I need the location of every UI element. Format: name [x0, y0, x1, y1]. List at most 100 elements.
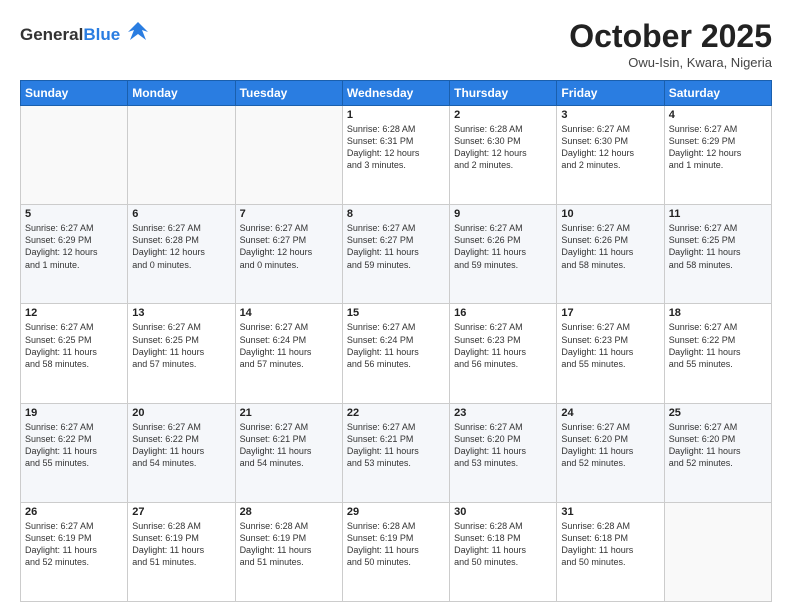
- calendar-week-4: 19 Sunrise: 6:27 AM Sunset: 6:22 PM Dayli…: [21, 403, 772, 502]
- day-number: 19: [25, 407, 123, 419]
- calendar-cell: 9 Sunrise: 6:27 AM Sunset: 6:26 PM Daylig…: [450, 205, 557, 304]
- day-info: Sunrise: 6:27 AM Sunset: 6:27 PM Dayligh…: [347, 222, 445, 271]
- day-number: 25: [669, 407, 767, 419]
- day-number: 22: [347, 407, 445, 419]
- logo-blue: Blue: [83, 25, 120, 44]
- calendar-cell: 16 Sunrise: 6:27 AM Sunset: 6:23 PM Dayli…: [450, 304, 557, 403]
- day-number: 3: [561, 109, 659, 121]
- day-number: 9: [454, 208, 552, 220]
- weekday-header-row: SundayMondayTuesdayWednesdayThursdayFrid…: [21, 81, 772, 106]
- day-info: Sunrise: 6:28 AM Sunset: 6:30 PM Dayligh…: [454, 123, 552, 172]
- logo-icon: [124, 18, 152, 50]
- calendar-cell: 14 Sunrise: 6:27 AM Sunset: 6:24 PM Dayli…: [235, 304, 342, 403]
- day-number: 26: [25, 506, 123, 518]
- day-number: 12: [25, 307, 123, 319]
- day-info: Sunrise: 6:27 AM Sunset: 6:20 PM Dayligh…: [454, 421, 552, 470]
- day-number: 18: [669, 307, 767, 319]
- day-number: 27: [132, 506, 230, 518]
- day-info: Sunrise: 6:27 AM Sunset: 6:21 PM Dayligh…: [240, 421, 338, 470]
- day-info: Sunrise: 6:28 AM Sunset: 6:18 PM Dayligh…: [454, 520, 552, 569]
- calendar-cell: 26 Sunrise: 6:27 AM Sunset: 6:19 PM Dayli…: [21, 502, 128, 601]
- calendar-cell: [235, 106, 342, 205]
- calendar-cell: 29 Sunrise: 6:28 AM Sunset: 6:19 PM Dayli…: [342, 502, 449, 601]
- day-number: 8: [347, 208, 445, 220]
- day-info: Sunrise: 6:27 AM Sunset: 6:25 PM Dayligh…: [132, 321, 230, 370]
- day-number: 30: [454, 506, 552, 518]
- title-block: October 2025 Owu-Isin, Kwara, Nigeria: [569, 18, 772, 70]
- day-info: Sunrise: 6:27 AM Sunset: 6:22 PM Dayligh…: [132, 421, 230, 470]
- day-info: Sunrise: 6:28 AM Sunset: 6:19 PM Dayligh…: [132, 520, 230, 569]
- day-info: Sunrise: 6:27 AM Sunset: 6:23 PM Dayligh…: [454, 321, 552, 370]
- day-info: Sunrise: 6:27 AM Sunset: 6:22 PM Dayligh…: [25, 421, 123, 470]
- calendar-week-3: 12 Sunrise: 6:27 AM Sunset: 6:25 PM Dayli…: [21, 304, 772, 403]
- page-header: GeneralBlue October 2025 Owu-Isin, Kwara…: [20, 18, 772, 70]
- calendar-cell: [128, 106, 235, 205]
- day-number: 21: [240, 407, 338, 419]
- location: Owu-Isin, Kwara, Nigeria: [569, 55, 772, 70]
- calendar-cell: 10Sunrise: 6:27 AM Sunset: 6:26 PM Dayli…: [557, 205, 664, 304]
- calendar-table: SundayMondayTuesdayWednesdayThursdayFrid…: [20, 80, 772, 602]
- day-number: 14: [240, 307, 338, 319]
- calendar-cell: 24Sunrise: 6:27 AM Sunset: 6:20 PM Dayli…: [557, 403, 664, 502]
- calendar-cell: [21, 106, 128, 205]
- logo: GeneralBlue: [20, 18, 152, 50]
- day-number: 13: [132, 307, 230, 319]
- day-info: Sunrise: 6:27 AM Sunset: 6:22 PM Dayligh…: [669, 321, 767, 370]
- calendar-cell: 12 Sunrise: 6:27 AM Sunset: 6:25 PM Dayli…: [21, 304, 128, 403]
- calendar-cell: 8 Sunrise: 6:27 AM Sunset: 6:27 PM Daylig…: [342, 205, 449, 304]
- day-info: Sunrise: 6:27 AM Sunset: 6:24 PM Dayligh…: [240, 321, 338, 370]
- day-info: Sunrise: 6:28 AM Sunset: 6:19 PM Dayligh…: [240, 520, 338, 569]
- calendar-cell: 31 Sunrise: 6:28 AM Sunset: 6:18 PM Dayli…: [557, 502, 664, 601]
- day-number: 11: [669, 208, 767, 220]
- day-number: 6: [132, 208, 230, 220]
- calendar-cell: 17 Sunrise: 6:27 AM Sunset: 6:23 PM Dayli…: [557, 304, 664, 403]
- calendar-week-1: 1Sunrise: 6:28 AM Sunset: 6:31 PM Daylig…: [21, 106, 772, 205]
- weekday-thursday: Thursday: [450, 81, 557, 106]
- calendar-cell: 6 Sunrise: 6:27 AM Sunset: 6:28 PM Daylig…: [128, 205, 235, 304]
- day-info: Sunrise: 6:27 AM Sunset: 6:29 PM Dayligh…: [25, 222, 123, 271]
- calendar-cell: 5 Sunrise: 6:27 AM Sunset: 6:29 PM Daylig…: [21, 205, 128, 304]
- calendar-week-2: 5 Sunrise: 6:27 AM Sunset: 6:29 PM Daylig…: [21, 205, 772, 304]
- calendar-cell: 13 Sunrise: 6:27 AM Sunset: 6:25 PM Dayli…: [128, 304, 235, 403]
- month-title: October 2025: [569, 18, 772, 55]
- day-info: Sunrise: 6:27 AM Sunset: 6:30 PM Dayligh…: [561, 123, 659, 172]
- calendar-cell: 23 Sunrise: 6:27 AM Sunset: 6:20 PM Dayli…: [450, 403, 557, 502]
- day-info: Sunrise: 6:28 AM Sunset: 6:19 PM Dayligh…: [347, 520, 445, 569]
- weekday-sunday: Sunday: [21, 81, 128, 106]
- day-info: Sunrise: 6:27 AM Sunset: 6:25 PM Dayligh…: [25, 321, 123, 370]
- day-info: Sunrise: 6:27 AM Sunset: 6:20 PM Dayligh…: [669, 421, 767, 470]
- day-number: 10: [561, 208, 659, 220]
- day-number: 29: [347, 506, 445, 518]
- day-info: Sunrise: 6:27 AM Sunset: 6:24 PM Dayligh…: [347, 321, 445, 370]
- day-info: Sunrise: 6:27 AM Sunset: 6:29 PM Dayligh…: [669, 123, 767, 172]
- calendar-cell: 20Sunrise: 6:27 AM Sunset: 6:22 PM Dayli…: [128, 403, 235, 502]
- day-info: Sunrise: 6:27 AM Sunset: 6:23 PM Dayligh…: [561, 321, 659, 370]
- calendar-cell: 18 Sunrise: 6:27 AM Sunset: 6:22 PM Dayli…: [664, 304, 771, 403]
- day-info: Sunrise: 6:28 AM Sunset: 6:18 PM Dayligh…: [561, 520, 659, 569]
- day-number: 16: [454, 307, 552, 319]
- day-number: 28: [240, 506, 338, 518]
- day-number: 23: [454, 407, 552, 419]
- logo-general: General: [20, 25, 83, 44]
- calendar-cell: 15Sunrise: 6:27 AM Sunset: 6:24 PM Dayli…: [342, 304, 449, 403]
- day-info: Sunrise: 6:27 AM Sunset: 6:28 PM Dayligh…: [132, 222, 230, 271]
- day-number: 4: [669, 109, 767, 121]
- calendar-cell: 19 Sunrise: 6:27 AM Sunset: 6:22 PM Dayli…: [21, 403, 128, 502]
- day-info: Sunrise: 6:27 AM Sunset: 6:19 PM Dayligh…: [25, 520, 123, 569]
- weekday-friday: Friday: [557, 81, 664, 106]
- day-number: 31: [561, 506, 659, 518]
- day-number: 2: [454, 109, 552, 121]
- day-info: Sunrise: 6:27 AM Sunset: 6:27 PM Dayligh…: [240, 222, 338, 271]
- calendar-cell: 3 Sunrise: 6:27 AM Sunset: 6:30 PM Daylig…: [557, 106, 664, 205]
- calendar-cell: 1Sunrise: 6:28 AM Sunset: 6:31 PM Daylig…: [342, 106, 449, 205]
- day-info: Sunrise: 6:27 AM Sunset: 6:26 PM Dayligh…: [454, 222, 552, 271]
- calendar-cell: 28 Sunrise: 6:28 AM Sunset: 6:19 PM Dayli…: [235, 502, 342, 601]
- day-number: 17: [561, 307, 659, 319]
- day-info: Sunrise: 6:27 AM Sunset: 6:20 PM Dayligh…: [561, 421, 659, 470]
- calendar-cell: 4 Sunrise: 6:27 AM Sunset: 6:29 PM Daylig…: [664, 106, 771, 205]
- day-info: Sunrise: 6:27 AM Sunset: 6:21 PM Dayligh…: [347, 421, 445, 470]
- calendar-cell: 30 Sunrise: 6:28 AM Sunset: 6:18 PM Dayli…: [450, 502, 557, 601]
- day-number: 7: [240, 208, 338, 220]
- day-number: 5: [25, 208, 123, 220]
- calendar-cell: 2 Sunrise: 6:28 AM Sunset: 6:30 PM Daylig…: [450, 106, 557, 205]
